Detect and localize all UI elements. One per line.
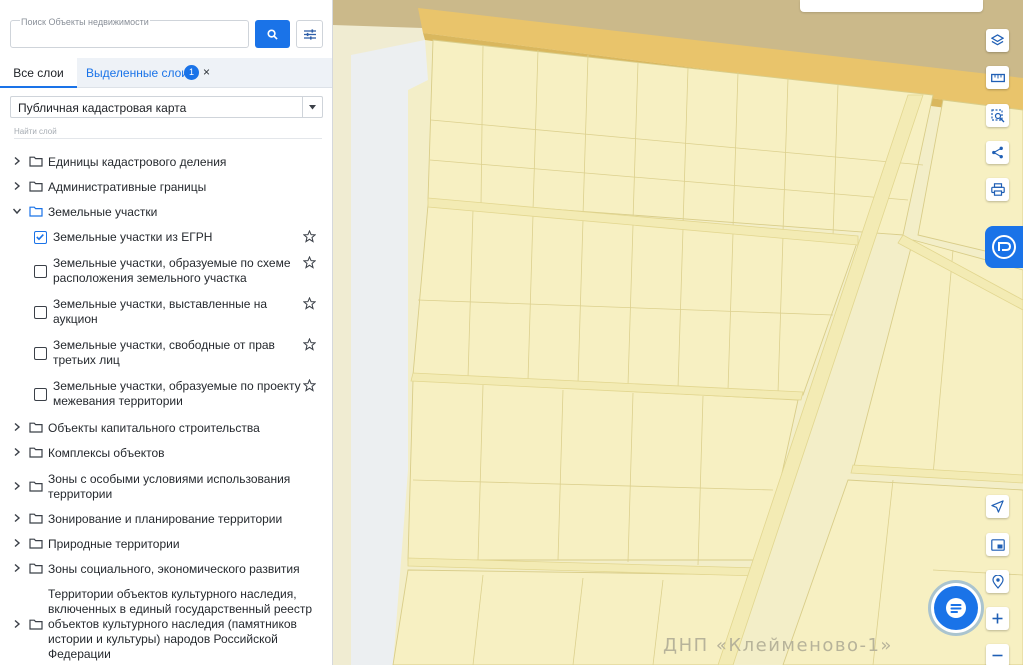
folder-open-icon <box>29 206 43 217</box>
ruler-icon <box>990 73 1005 82</box>
layer-label: Земельные участки, образуемые по схеме р… <box>53 256 291 285</box>
basemap-select-value: Публичная кадастровая карта <box>18 101 187 115</box>
tree-group-label: Единицы кадастрового деления <box>48 155 227 169</box>
tree-group-label: Территории объектов культурного наследия… <box>48 587 313 661</box>
chevron-down-icon <box>302 97 322 117</box>
tree-group-label: Зоны с особыми условиями использования т… <box>48 472 291 501</box>
folder-icon <box>29 181 43 192</box>
tree-group-label: Земельные участки <box>48 205 158 219</box>
select-area-icon <box>990 108 1004 122</box>
tree-group-label: Зонирование и планирование территории <box>48 512 283 526</box>
share-icon <box>992 146 1003 159</box>
layers-button[interactable] <box>986 29 1009 52</box>
pos-logo-icon <box>992 235 1016 259</box>
chevron-right-icon[interactable] <box>12 563 22 573</box>
star-icon[interactable] <box>303 379 316 392</box>
select-area-button[interactable] <box>986 104 1009 127</box>
layer-checkbox-scheme[interactable] <box>34 265 47 278</box>
chevron-right-icon[interactable] <box>12 538 22 548</box>
measure-button[interactable] <box>986 66 1009 89</box>
chevron-right-icon[interactable] <box>12 481 22 491</box>
layer-checkbox-egrn[interactable] <box>34 231 47 244</box>
layer-search-input[interactable] <box>14 125 322 139</box>
layer-checkbox-survey[interactable] <box>34 388 47 401</box>
layer-checkbox-free[interactable] <box>34 347 47 360</box>
chevron-right-icon[interactable] <box>12 513 22 523</box>
layer-label: Земельные участки из ЕГРН <box>53 230 213 244</box>
search-field[interactable]: Поиск Объекты недвижимости <box>10 17 249 48</box>
minimap-button[interactable] <box>986 533 1009 556</box>
geotag-icon <box>991 574 1004 589</box>
map-place-label: ДНП «Клейменово-1» <box>663 635 893 656</box>
map-canvas[interactable] <box>333 0 1023 665</box>
layer-tabs: Все слои Выделенные слои <box>0 58 332 88</box>
chevron-right-icon[interactable] <box>12 156 22 166</box>
tree-group-label: Природные территории <box>48 537 180 551</box>
tab-selected-layers[interactable]: Выделенные слои <box>86 58 188 88</box>
navigation-icon <box>991 500 1004 513</box>
share-button[interactable] <box>986 141 1009 164</box>
layers-panel: Поиск Объекты недвижимости Все слои Выде… <box>0 0 333 665</box>
star-icon[interactable] <box>303 256 316 269</box>
layer-label: Земельные участки, образуемые по проекту… <box>53 379 301 408</box>
search-icon <box>267 28 278 40</box>
check-icon <box>36 234 44 241</box>
chevron-down-icon[interactable] <box>12 206 22 216</box>
folder-icon <box>29 422 43 433</box>
minus-icon <box>992 654 1003 657</box>
layer-label: Земельные участки, выставленные на аукци… <box>53 297 268 326</box>
folder-icon <box>29 619 43 630</box>
star-icon[interactable] <box>303 230 316 243</box>
search-input[interactable] <box>11 21 248 47</box>
basemap-select[interactable]: Публичная кадастровая карта <box>10 96 323 118</box>
print-icon <box>990 183 1005 196</box>
tab-all-layers[interactable]: Все слои <box>0 58 77 88</box>
tree-group-label: Объекты капитального строительства <box>48 421 260 435</box>
selected-count-badge: 1 <box>184 65 199 80</box>
services-side-tab[interactable] <box>985 226 1023 268</box>
chevron-right-icon[interactable] <box>12 181 22 191</box>
layers-icon <box>991 34 1004 46</box>
search-button[interactable] <box>255 20 290 48</box>
filter-button[interactable] <box>296 20 323 48</box>
cadastral-map[interactable]: ДНП «Клейменово-1» <box>333 0 1023 665</box>
plus-icon <box>992 613 1003 624</box>
folder-icon <box>29 513 43 524</box>
chat-icon <box>946 598 966 618</box>
layer-checkbox-auction[interactable] <box>34 306 47 319</box>
chat-button[interactable] <box>934 586 978 630</box>
chevron-right-icon[interactable] <box>12 619 22 629</box>
locate-button[interactable] <box>986 495 1009 518</box>
star-icon[interactable] <box>303 338 316 351</box>
map-top-strip <box>800 0 983 12</box>
star-icon[interactable] <box>303 297 316 310</box>
tree-group-label: Административные границы <box>48 180 207 194</box>
folder-icon <box>29 538 43 549</box>
folder-icon <box>29 447 43 458</box>
tree-group-label: Комплексы объектов <box>48 446 165 460</box>
print-button[interactable] <box>986 178 1009 201</box>
folder-icon <box>29 481 43 492</box>
folder-icon <box>29 563 43 574</box>
sliders-icon <box>303 28 316 40</box>
picture-in-picture-icon <box>990 538 1005 551</box>
layer-label: Земельные участки, свободные от прав тре… <box>53 338 275 367</box>
zoom-out-button[interactable] <box>986 644 1009 665</box>
chevron-right-icon[interactable] <box>12 447 22 457</box>
tree-group-label: Зоны социального, экономического развити… <box>48 562 300 576</box>
folder-icon <box>29 156 43 167</box>
chevron-right-icon[interactable] <box>12 422 22 432</box>
clear-selected-button[interactable]: × <box>203 66 210 79</box>
zoom-in-button[interactable] <box>986 607 1009 630</box>
geo-button[interactable] <box>986 570 1009 593</box>
